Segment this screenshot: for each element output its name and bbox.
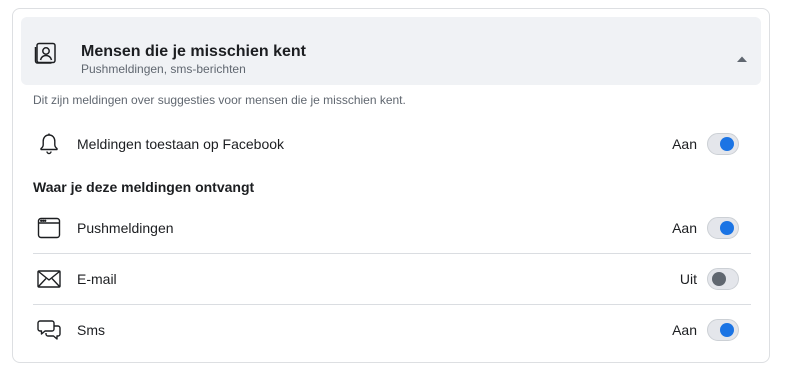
channel-toggle-email[interactable] xyxy=(707,268,739,290)
channel-label-push: Pushmeldingen xyxy=(77,220,174,236)
browser-window-icon xyxy=(37,216,61,240)
envelope-icon xyxy=(37,267,61,291)
notification-settings-card: Mensen die je misschien kent Pushmelding… xyxy=(12,8,770,363)
allow-notifications-label: Meldingen toestaan op Facebook xyxy=(77,136,285,152)
channel-label-sms: Sms xyxy=(77,322,105,338)
channel-label-email: E-mail xyxy=(77,271,117,287)
delivery-section-heading: Waar je deze meldingen ontvangt xyxy=(33,179,255,195)
channel-state-email: Uit xyxy=(679,271,697,287)
allow-notifications-row[interactable]: Meldingen toestaan op Facebook Aan xyxy=(33,119,751,169)
toggle-knob xyxy=(712,272,726,286)
section-description: Dit zijn meldingen over suggesties voor … xyxy=(33,93,406,107)
toggle-knob xyxy=(720,221,734,235)
allow-notifications-toggle[interactable] xyxy=(707,133,739,155)
section-subtitle: Pushmeldingen, sms-berichten xyxy=(81,62,246,76)
allow-notifications-state: Aan xyxy=(672,136,697,152)
channel-state-push: Aan xyxy=(672,220,697,236)
channel-row-push[interactable]: Pushmeldingen Aan xyxy=(33,203,751,253)
person-card-icon xyxy=(34,41,58,65)
bell-icon xyxy=(37,132,61,156)
channel-row-sms[interactable]: Sms Aan xyxy=(33,305,751,355)
channel-toggle-push[interactable] xyxy=(707,217,739,239)
channel-state-sms: Aan xyxy=(672,322,697,338)
section-title: Mensen die je misschien kent xyxy=(81,43,306,60)
section-header-collapsible[interactable]: Mensen die je misschien kent Pushmelding… xyxy=(21,17,761,85)
toggle-knob xyxy=(720,323,734,337)
toggle-knob xyxy=(720,137,734,151)
channel-row-email[interactable]: E-mail Uit xyxy=(33,254,751,304)
caret-up-icon[interactable] xyxy=(736,55,748,63)
channel-toggle-sms[interactable] xyxy=(707,319,739,341)
chat-bubbles-icon xyxy=(37,318,61,342)
